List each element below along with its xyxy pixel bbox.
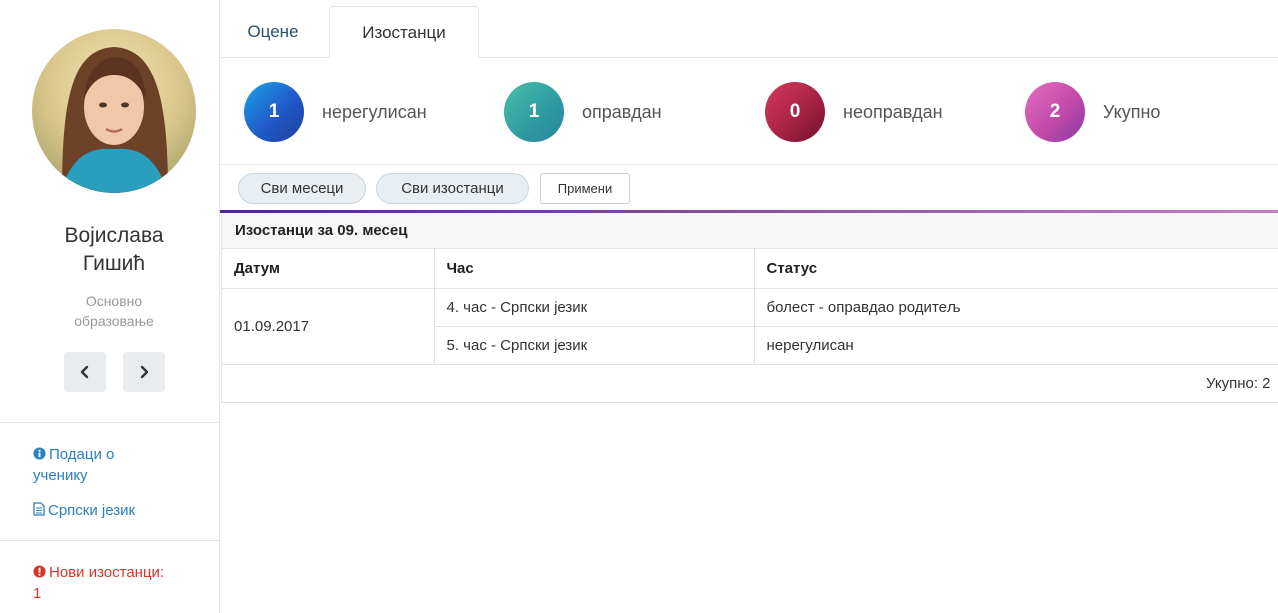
stat-unjustified: 0 неоправдан	[765, 82, 943, 142]
table-total-row: Укупно: 2	[222, 364, 1278, 403]
student-sidebar: Војислава Гишић Основно образовање Подац…	[0, 0, 220, 613]
student-avatar	[32, 29, 196, 193]
alert-count: 1	[33, 585, 42, 602]
stat-count: 0	[765, 82, 825, 142]
cell-status: болест - оправдао родитељ	[754, 288, 1278, 327]
info-circle-icon	[33, 447, 46, 460]
student-first-name: Војислава	[64, 224, 164, 247]
exclamation-circle-icon	[33, 565, 46, 578]
table-total: Укупно: 2	[222, 364, 1278, 403]
stat-label: Укупно	[1103, 101, 1161, 122]
link-label: Подаци о	[49, 446, 115, 463]
table-header-row: Датум Час Статус	[222, 249, 1278, 289]
table-row: 01.09.2017 4. час - Српски језик болест …	[222, 288, 1278, 365]
sidebar-divider	[0, 422, 219, 423]
school-line: образовање	[74, 313, 154, 329]
link-label: Српски језик	[48, 502, 136, 519]
student-school: Основно образовање	[0, 291, 228, 331]
stat-count: 1	[244, 82, 304, 142]
tab-bar: Оцене Изостанци	[220, 0, 1278, 59]
stat-count: 2	[1025, 82, 1085, 142]
student-name: Војислава Гишић	[0, 222, 228, 278]
table-caption: Изостанци за 09. месец	[222, 213, 1278, 249]
stat-justified: 1 оправдан	[504, 82, 662, 142]
header-status: Статус	[754, 249, 1278, 289]
alert-label: Нови изостанци:	[49, 564, 165, 581]
previous-student-button[interactable]	[64, 352, 106, 392]
chevron-right-icon	[140, 365, 149, 379]
absence-type-filter[interactable]: Сви изостанци	[376, 173, 529, 204]
stat-total: 2 Укупно	[1025, 82, 1160, 142]
sidebar-divider	[0, 540, 219, 541]
header-class: Час	[434, 249, 755, 289]
next-student-button[interactable]	[123, 352, 165, 392]
absences-table: Изостанци за 09. месец Датум Час Статус …	[221, 213, 1278, 403]
stat-unregulated: 1 нерегулисан	[244, 82, 427, 142]
apply-button[interactable]: Примени	[540, 173, 630, 204]
document-icon	[33, 502, 45, 516]
new-absences-link[interactable]: Нови изостанци: 1	[33, 562, 164, 604]
tab-absences[interactable]: Изостанци	[329, 6, 479, 59]
stats-divider	[220, 164, 1278, 165]
month-filter[interactable]: Сви месеци	[238, 173, 366, 204]
chevron-left-icon	[80, 365, 89, 379]
stat-count: 1	[504, 82, 564, 142]
link-label: ученику	[33, 467, 88, 484]
header-date: Датум	[222, 249, 435, 289]
cell-status: нерегулисан	[754, 326, 1278, 365]
stat-label: неоправдан	[843, 101, 943, 122]
cell-class: 4. час - Српски језик	[434, 288, 755, 327]
student-last-name: Гишић	[82, 252, 146, 275]
cell-class: 5. час - Српски језик	[434, 326, 755, 365]
student-info-link[interactable]: Подаци о ученику	[33, 444, 114, 486]
cell-date: 01.09.2017	[222, 288, 435, 365]
serbian-language-link[interactable]: Српски језик	[33, 500, 135, 521]
tab-grades[interactable]: Оцене	[220, 6, 326, 58]
school-line: Основно	[85, 293, 143, 309]
stat-label: нерегулисан	[322, 101, 427, 122]
stat-label: оправдан	[582, 101, 662, 122]
